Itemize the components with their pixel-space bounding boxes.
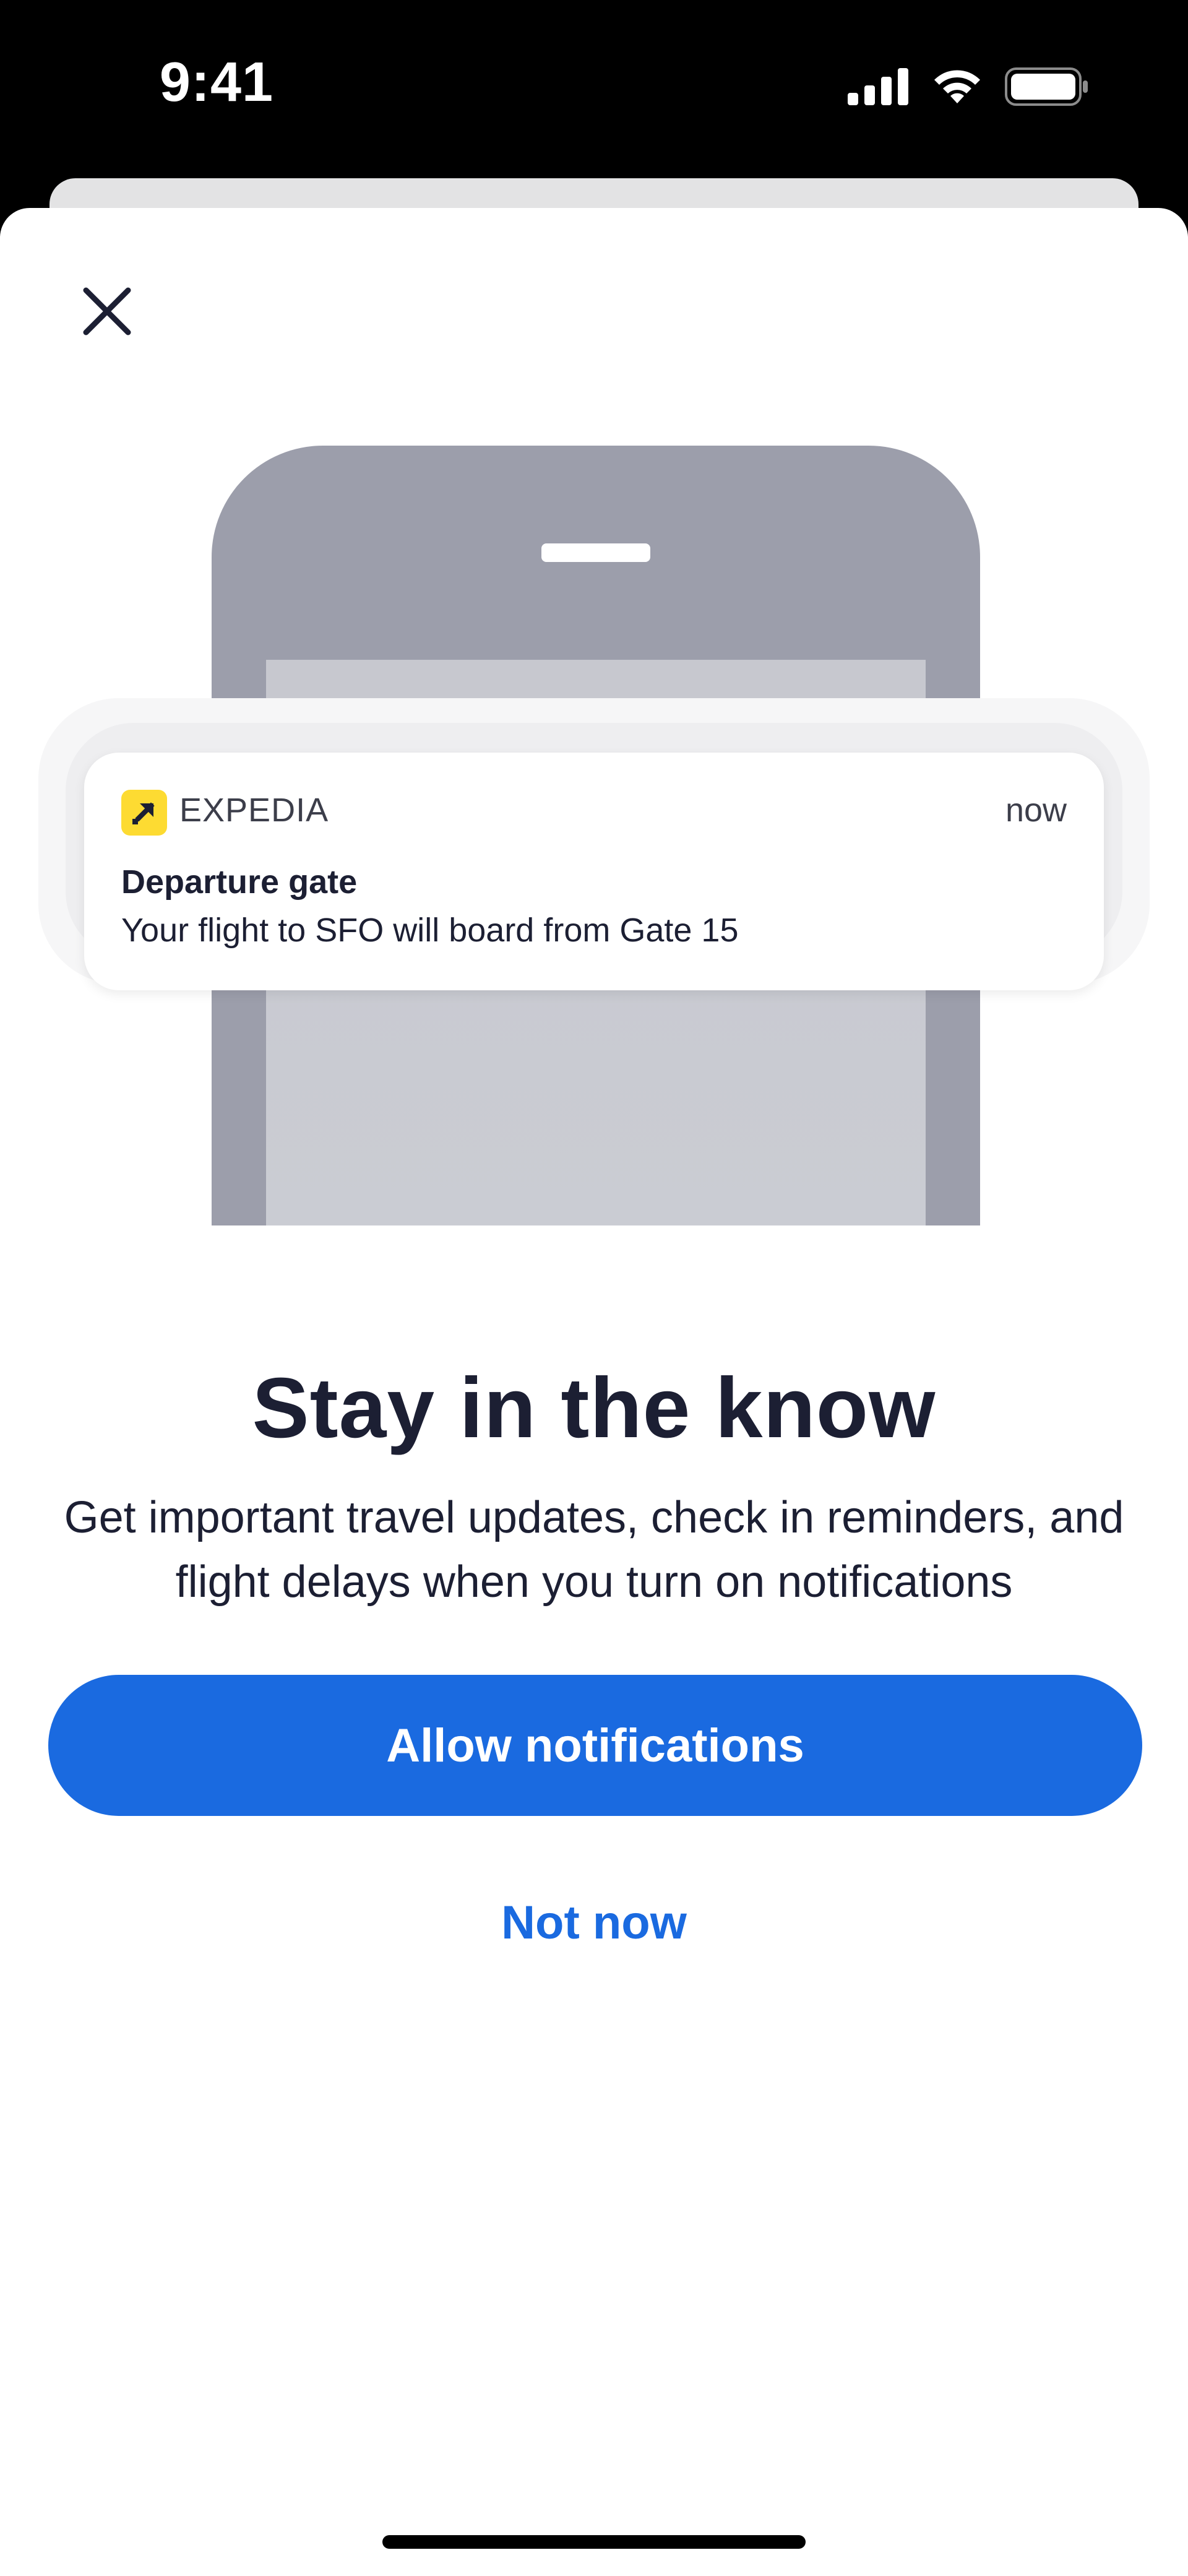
close-button[interactable] <box>74 279 139 344</box>
allow-notifications-button[interactable]: Allow notifications <box>48 1675 1142 1816</box>
battery-icon <box>1005 67 1088 106</box>
notification-card: EXPEDIA now Departure gate Your flight t… <box>84 753 1104 990</box>
wifi-icon <box>934 70 980 103</box>
screen: 9:41 EXPEDIA now Departure gate Your fli… <box>0 0 1188 2576</box>
page-title: Stay in the know <box>252 1360 936 1456</box>
notification-app-name: EXPEDIA <box>179 792 329 829</box>
not-now-link[interactable]: Not now <box>408 1885 780 1960</box>
status-bar: 9:41 <box>0 0 1188 179</box>
cellular-signal-icon <box>848 68 908 105</box>
notification-title: Departure gate <box>121 863 358 901</box>
phone-illustration: EXPEDIA now Departure gate Your flight t… <box>0 446 1188 1225</box>
phone-speaker <box>541 543 650 562</box>
description-text: Get important travel updates, check in r… <box>64 1493 1124 1607</box>
expedia-logo-icon <box>121 790 167 836</box>
status-time: 9:41 <box>159 51 274 113</box>
close-icon <box>83 287 131 335</box>
status-icons <box>848 62 1089 111</box>
notification-body: Your flight to SFO will board from Gate … <box>121 912 739 949</box>
notification-time: now <box>1005 792 1067 829</box>
home-indicator[interactable] <box>382 2535 806 2549</box>
